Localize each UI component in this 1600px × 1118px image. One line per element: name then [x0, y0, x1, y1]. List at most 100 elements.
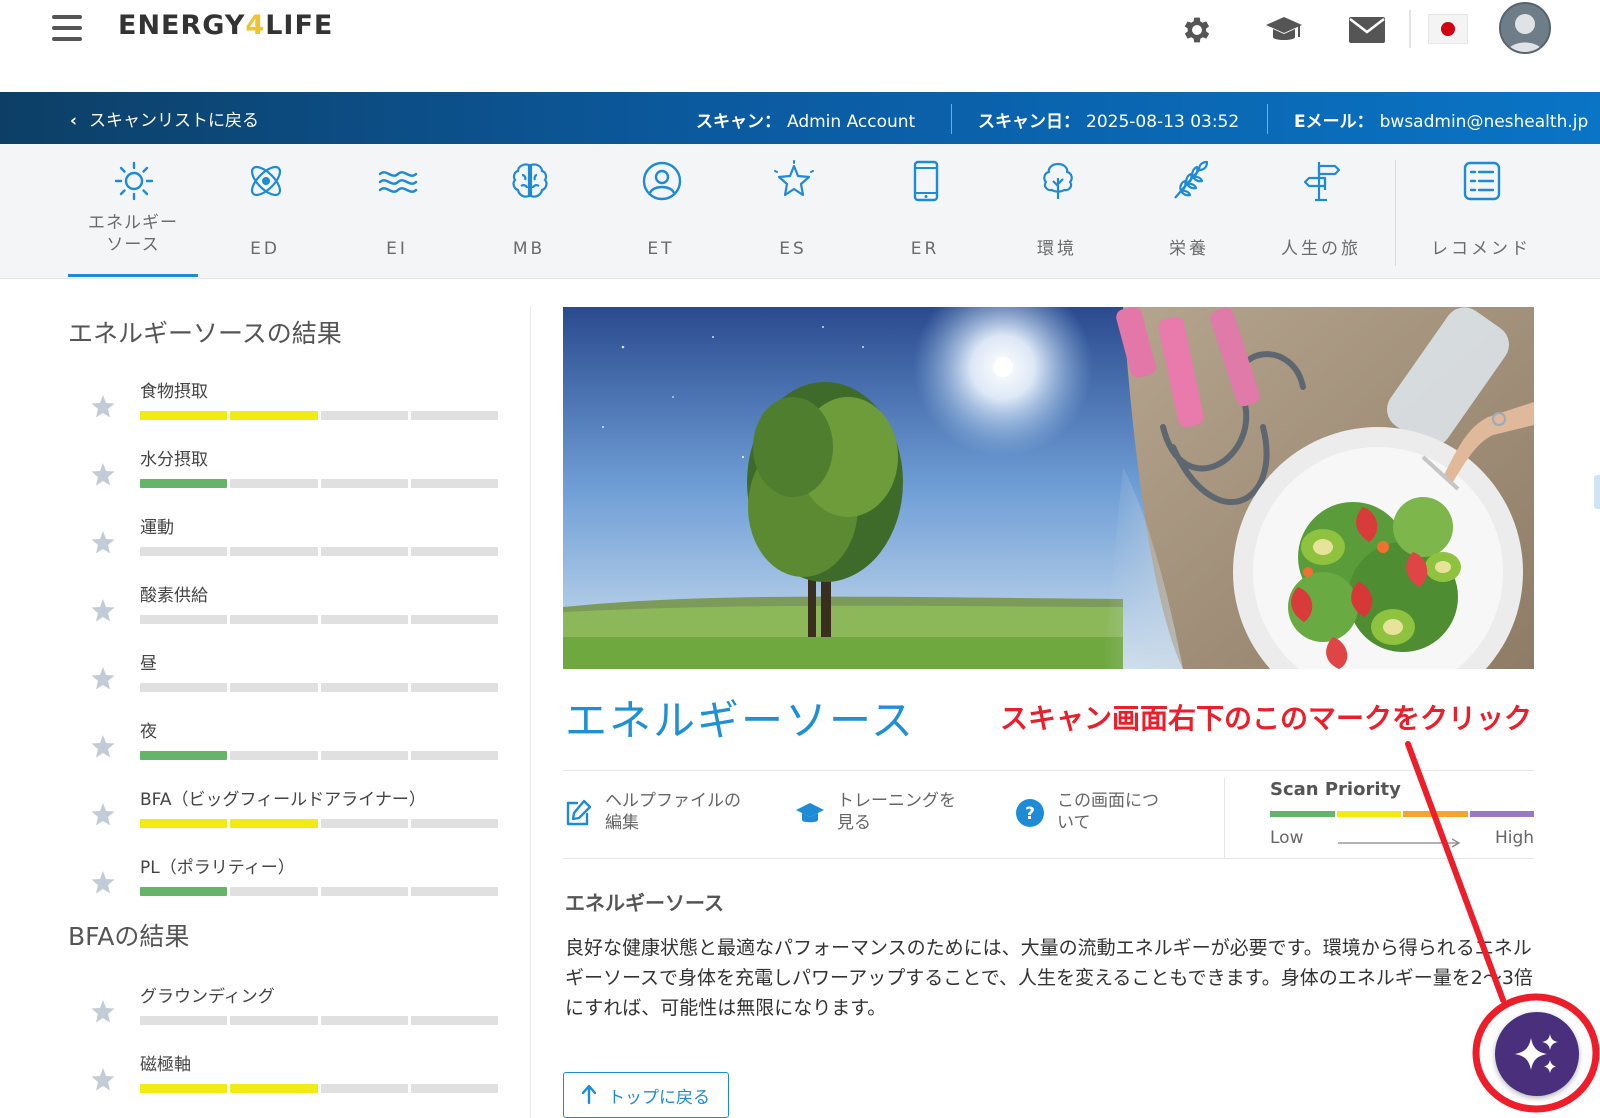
divider — [1224, 778, 1225, 858]
tab-es[interactable]: ES — [728, 144, 858, 277]
result-level-bar — [140, 411, 498, 420]
result-label: 磁極軸 — [140, 1055, 191, 1075]
graduation-cap-icon — [796, 803, 824, 823]
help-circle-icon: ? — [1016, 799, 1044, 827]
user-avatar[interactable] — [1499, 2, 1551, 54]
mail-icon[interactable] — [1345, 8, 1389, 52]
result-item: 酸素供給 — [90, 581, 510, 641]
tab-label: ER — [910, 239, 940, 259]
action-label: ヘルプファイルの 編集 — [605, 791, 741, 833]
result-label: PL（ポラリティー） — [140, 858, 295, 878]
result-item: 水分摂取 — [90, 445, 510, 505]
tab-life-journey[interactable]: 人生の旅 — [1256, 144, 1386, 277]
star-icon[interactable] — [90, 869, 116, 895]
tab-label: MB — [512, 239, 546, 259]
signpost-icon — [1303, 162, 1341, 202]
tab-et[interactable]: ET — [596, 144, 726, 277]
tab-label: 人生の旅 — [1281, 239, 1361, 259]
result-level-bar — [140, 479, 498, 488]
star-icon[interactable] — [90, 801, 116, 827]
result-item: 運動 — [90, 513, 510, 573]
tab-label: ET — [647, 239, 675, 259]
star-icon[interactable] — [90, 733, 116, 759]
scan-date: スキャン日： 2025-08-13 03:52 — [978, 112, 1240, 132]
tab-recommend[interactable]: レコメンド — [1416, 144, 1546, 277]
tab-energy-source[interactable]: エネルギー ソース — [68, 144, 198, 277]
top-header: ENERGY4LIFE — [0, 0, 1600, 92]
result-label: 食物摂取 — [140, 382, 208, 402]
list-icon — [1463, 161, 1501, 201]
header-separator — [1409, 10, 1411, 48]
back-to-top-button[interactable]: トップに戻る — [563, 1072, 729, 1118]
hamburger-menu-icon[interactable] — [52, 15, 82, 41]
page-title: エネルギーソース — [565, 696, 915, 745]
result-item: PL（ポラリティー） — [90, 853, 510, 913]
app-logo[interactable]: ENERGY4LIFE — [118, 10, 333, 41]
result-level-bar — [140, 547, 498, 556]
result-label: 酸素供給 — [140, 586, 208, 606]
scan-info-bar: ‹ スキャンリストに戻る スキャン： Admin Account スキャン日： 202… — [0, 92, 1600, 144]
star-icon[interactable] — [90, 665, 116, 691]
result-item: 磁極軸 — [90, 1050, 510, 1110]
tab-label: レコメンド — [1431, 239, 1531, 259]
bfa-results-title: BFAの結果 — [68, 922, 190, 951]
result-label: グラウンディング — [140, 987, 275, 1007]
hero-image — [563, 307, 1534, 669]
result-label: 昼 — [140, 654, 157, 674]
tab-label: ES — [779, 239, 807, 259]
chevron-left-icon: ‹ — [70, 111, 78, 131]
result-level-bar — [140, 1084, 498, 1093]
result-label: BFA（ビッグフィールドアライナー） — [140, 790, 426, 810]
tab-ed[interactable]: ED — [200, 144, 330, 277]
star-icon[interactable] — [90, 393, 116, 419]
ai-assistant-button[interactable] — [1495, 1012, 1579, 1096]
result-level-bar — [140, 615, 498, 624]
gear-icon[interactable] — [1175, 8, 1219, 52]
graduation-cap-icon[interactable] — [1262, 8, 1306, 52]
sparkles-icon — [1515, 1034, 1558, 1073]
divider — [563, 770, 1534, 771]
tab-nutrition[interactable]: 栄養 — [1124, 144, 1254, 277]
tab-ei[interactable]: EI — [332, 144, 462, 277]
energy-results-title: エネルギーソースの結果 — [68, 319, 342, 348]
tab-label: 環境 — [1037, 239, 1077, 259]
tab-er[interactable]: ER — [860, 144, 990, 277]
tab-label: エネルギー ソース — [88, 213, 178, 255]
arrow-right-icon — [1338, 838, 1461, 848]
divider — [1267, 104, 1268, 134]
priority-high-label: High — [1495, 828, 1535, 848]
action-label: トレーニングを 見る — [837, 791, 956, 833]
result-label: 夜 — [140, 722, 157, 742]
phone-icon — [913, 160, 939, 202]
tab-label: 栄養 — [1169, 239, 1209, 259]
panel-divider — [530, 306, 531, 1118]
tree-icon — [1043, 162, 1073, 199]
tab-mb[interactable]: MB — [464, 144, 594, 277]
japan-flag-icon[interactable] — [1428, 14, 1468, 44]
star-icon[interactable] — [90, 461, 116, 487]
result-item: グラウンディング — [90, 982, 510, 1042]
result-level-bar — [140, 683, 498, 692]
scan-priority-title: Scan Priority — [1270, 779, 1401, 800]
edit-icon — [566, 799, 592, 826]
tab-environment[interactable]: 環境 — [992, 144, 1122, 277]
star-icon[interactable] — [90, 998, 116, 1024]
brain-icon — [512, 163, 548, 198]
svg-text:?: ? — [1025, 804, 1035, 824]
tab-label: ED — [250, 239, 280, 259]
side-panel-handle[interactable] — [1594, 475, 1600, 509]
priority-low-label: Low — [1270, 828, 1304, 848]
divider — [563, 858, 1534, 859]
star-icon[interactable] — [90, 529, 116, 555]
divider — [951, 104, 952, 134]
action-label: この画面につ いて — [1057, 791, 1159, 833]
result-item: BFA（ビッグフィールドアライナー） — [90, 785, 510, 845]
waves-icon — [378, 171, 418, 193]
star-outline-icon — [774, 160, 814, 197]
star-icon[interactable] — [90, 1066, 116, 1092]
tab-separator — [1395, 160, 1396, 266]
scan-account: スキャン： Admin Account — [696, 112, 916, 132]
back-to-scan-list-link[interactable]: ‹ スキャンリストに戻る — [70, 106, 259, 131]
star-icon[interactable] — [90, 597, 116, 623]
result-level-bar — [140, 819, 498, 828]
